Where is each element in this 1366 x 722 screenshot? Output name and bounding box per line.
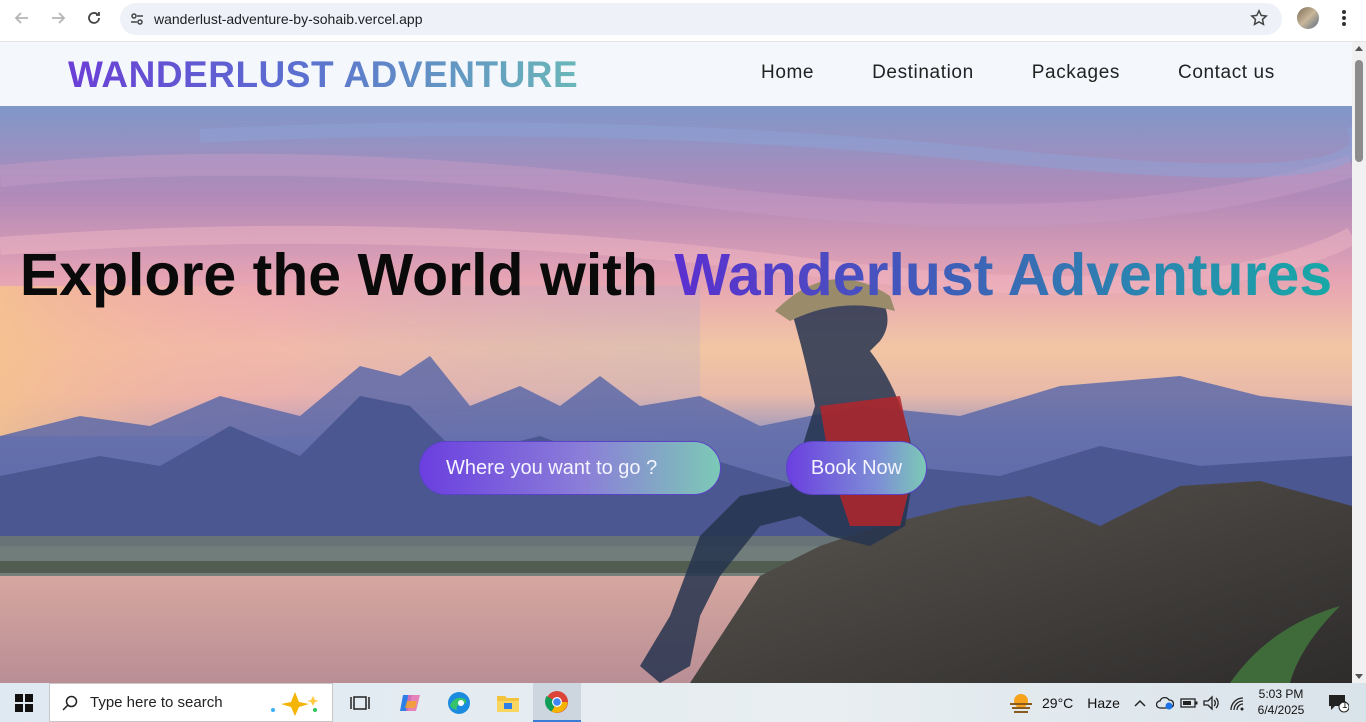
hero-background-image — [0, 122, 1352, 683]
page-viewport: WANDERLUST ADVENTURE Home Destination Pa… — [0, 42, 1352, 683]
haze-weather-icon — [1008, 692, 1034, 714]
copilot-icon[interactable] — [386, 683, 434, 722]
scrollbar-thumb[interactable] — [1355, 60, 1363, 162]
task-view-icon[interactable] — [336, 683, 384, 722]
clock-time: 5:03 PM — [1258, 687, 1304, 701]
notification-center-icon[interactable]: 1 — [1318, 683, 1358, 722]
search-icon — [62, 695, 78, 711]
menu-kebab-icon[interactable] — [1336, 8, 1352, 28]
onedrive-cloud-icon[interactable] — [1154, 683, 1176, 722]
profile-avatar[interactable] — [1297, 7, 1319, 29]
battery-icon[interactable] — [1178, 683, 1200, 722]
main-nav: Home Destination Packages Contact us — [732, 62, 1304, 84]
reload-icon[interactable] — [76, 0, 112, 36]
browser-toolbar: wanderlust-adventure-by-sohaib.vercel.ap… — [0, 0, 1366, 42]
url-text[interactable]: wanderlust-adventure-by-sohaib.vercel.ap… — [154, 11, 422, 27]
site-logo[interactable]: WANDERLUST ADVENTURE — [68, 54, 578, 96]
sparkle-icon — [265, 690, 325, 718]
site-header: WANDERLUST ADVENTURE Home Destination Pa… — [0, 42, 1352, 106]
page-scrollbar[interactable] — [1352, 42, 1366, 683]
chrome-browser-icon[interactable] — [533, 683, 581, 722]
weather-temp: 29°C — [1042, 694, 1074, 711]
nav-destination-link[interactable]: Destination — [872, 62, 974, 84]
nav-packages-link[interactable]: Packages — [1032, 62, 1120, 84]
file-explorer-icon[interactable] — [484, 683, 532, 722]
notification-count: 1 — [1342, 700, 1348, 711]
volume-icon[interactable] — [1201, 683, 1223, 722]
chevron-up-icon[interactable] — [1130, 683, 1150, 722]
site-settings-icon[interactable] — [120, 11, 154, 27]
taskbar-search-box[interactable]: Type here to search — [49, 683, 333, 722]
back-arrow-icon[interactable] — [4, 0, 40, 36]
clock-date: 6/4/2025 — [1257, 703, 1305, 717]
nav-home-link[interactable]: Home — [761, 62, 814, 84]
hero-section: Explore the World with Wanderlust Advent… — [0, 106, 1352, 683]
wifi-icon[interactable] — [1226, 683, 1248, 722]
windows-start-icon[interactable] — [0, 683, 48, 722]
windows-taskbar: Type here to search 29°C Haze 5:03 PM 6/… — [0, 683, 1366, 722]
nav-contact-link[interactable]: Contact us — [1178, 62, 1275, 84]
weather-widget[interactable]: 29°C Haze — [1008, 683, 1120, 722]
hero-title-brand: Wanderlust Adventures — [674, 242, 1333, 308]
taskbar-clock[interactable]: 5:03 PM 6/4/2025 — [1250, 686, 1312, 718]
hero-title: Explore the World with Wanderlust Advent… — [0, 242, 1352, 308]
address-bar[interactable]: wanderlust-adventure-by-sohaib.vercel.ap… — [120, 3, 1282, 35]
forward-arrow-icon[interactable] — [40, 0, 76, 36]
destination-search-input[interactable]: Where you want to go ? — [419, 441, 721, 495]
scroll-down-icon[interactable] — [1355, 674, 1363, 679]
taskbar-search-placeholder: Type here to search — [90, 694, 223, 711]
hero-title-plain: Explore the World with — [19, 242, 675, 308]
weather-desc: Haze — [1087, 694, 1120, 711]
book-now-button[interactable]: Book Now — [786, 441, 927, 495]
scroll-up-icon[interactable] — [1355, 46, 1363, 51]
bookmark-star-icon[interactable] — [1250, 9, 1268, 32]
edge-browser-icon[interactable] — [435, 683, 483, 722]
